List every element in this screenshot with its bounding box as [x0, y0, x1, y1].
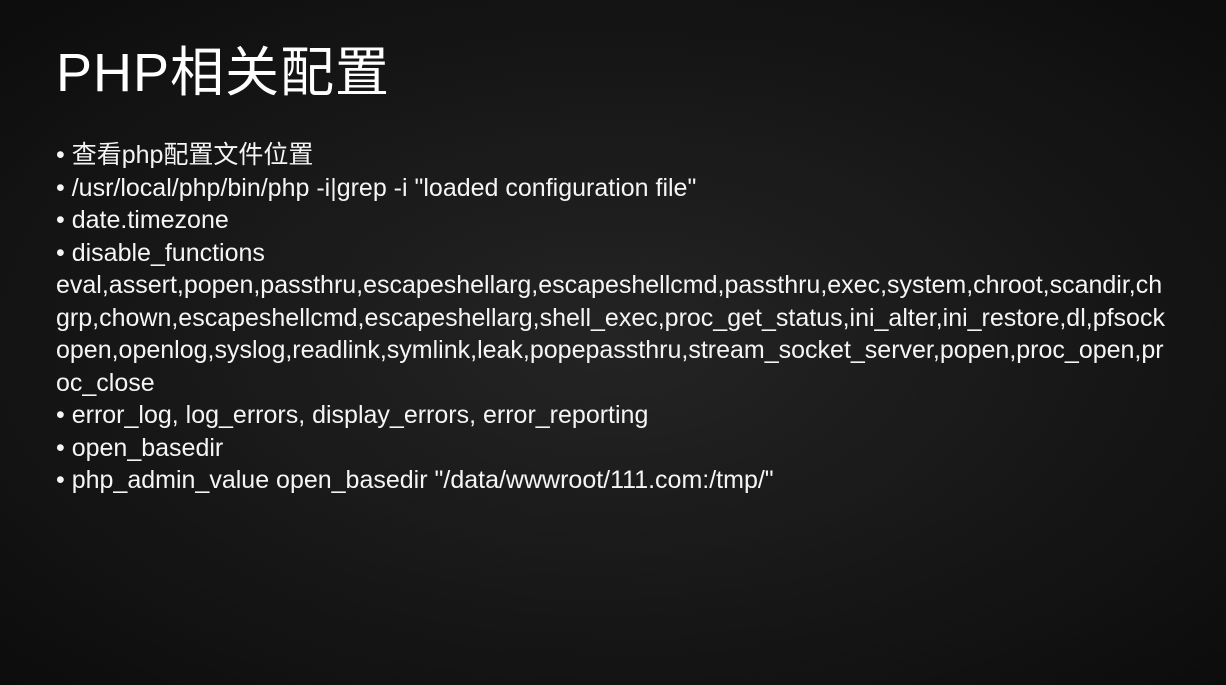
bullet-item-6: • open_basedir	[56, 432, 1170, 465]
bullet-text: open_basedir	[72, 434, 224, 462]
bullet-text: disable_functions	[72, 239, 265, 267]
bullet-text: /usr/local/php/bin/php -i|grep -i "loade…	[72, 174, 697, 202]
bullet-item-1: • 查看php配置文件位置	[56, 139, 1170, 172]
bullet-text: error_log, log_errors, display_errors, e…	[72, 401, 649, 429]
bullet-item-3: • date.timezone	[56, 204, 1170, 237]
slide-container: PHP相关配置 • 查看php配置文件位置 • /usr/local/php/b…	[0, 0, 1226, 685]
bullet-item-2: • /usr/local/php/bin/php -i|grep -i "loa…	[56, 172, 1170, 205]
bullet-char: •	[56, 434, 65, 462]
bullet-text: php_admin_value open_basedir "/data/wwwr…	[72, 466, 774, 494]
bullet-char: •	[56, 401, 65, 429]
bullet-item-7: • php_admin_value open_basedir "/data/ww…	[56, 464, 1170, 497]
bullet-item-4: • disable_functions	[56, 237, 1170, 270]
slide-title: PHP相关配置	[56, 28, 1170, 107]
bullet-text: 查看php配置文件位置	[72, 141, 314, 169]
bullet-char: •	[56, 239, 65, 267]
bullet-char: •	[56, 206, 65, 234]
bullet-text: date.timezone	[72, 206, 229, 234]
slide-content: • 查看php配置文件位置 • /usr/local/php/bin/php -…	[56, 139, 1170, 497]
functions-list: eval,assert,popen,passthru,escapeshellar…	[56, 269, 1170, 399]
bullet-char: •	[56, 466, 65, 494]
bullet-char: •	[56, 174, 65, 202]
bullet-item-5: • error_log, log_errors, display_errors,…	[56, 399, 1170, 432]
bullet-char: •	[56, 141, 65, 169]
